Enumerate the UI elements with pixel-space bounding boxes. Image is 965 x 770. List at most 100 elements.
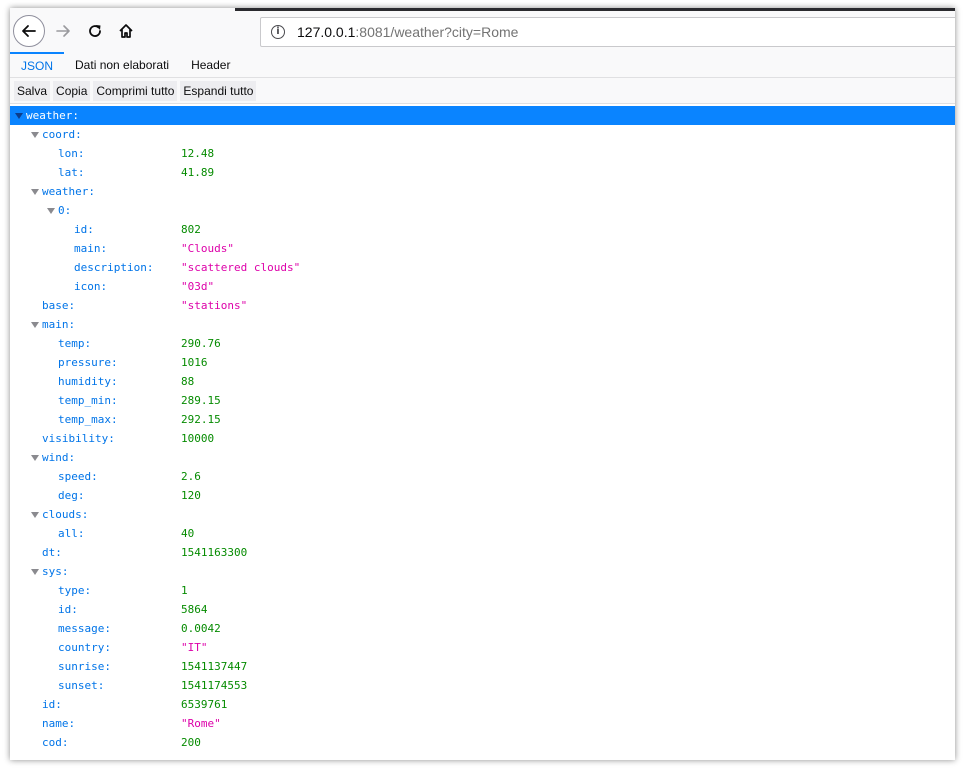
tree-key: lon:	[58, 147, 85, 160]
tree-row[interactable]: name: "Rome"	[10, 714, 955, 733]
tree-row-root[interactable]: weather:	[10, 106, 955, 125]
tree-row[interactable]: description: "scattered clouds"	[10, 258, 955, 277]
tree-key: coord:	[42, 128, 82, 141]
tree-key: weather:	[42, 185, 95, 198]
tree-value: "Clouds"	[181, 242, 234, 255]
expand-toggle-icon[interactable]	[30, 562, 40, 581]
tree-value: 290.76	[181, 337, 221, 350]
tree-key: temp_max:	[58, 413, 118, 426]
tree-value: 12.48	[181, 147, 215, 160]
tree-row[interactable]: temp_min: 289.15	[10, 391, 955, 410]
tree-row-coord[interactable]: coord:	[10, 125, 955, 144]
tree-value: 1541174553	[181, 679, 248, 692]
expand-toggle-icon[interactable]	[30, 448, 40, 467]
tree-row[interactable]: icon: "03d"	[10, 277, 955, 296]
expand-toggle-icon[interactable]	[30, 315, 40, 334]
tree-key: humidity:	[58, 375, 118, 388]
url-path: :8081/weather?city=Rome	[355, 24, 519, 40]
url-bar[interactable]: i 127.0.0.1:8081/weather?city=Rome	[260, 17, 955, 47]
tab-headers[interactable]: Header	[180, 52, 241, 77]
tree-value: 6539761	[181, 698, 228, 711]
site-info-icon[interactable]: i	[271, 25, 285, 39]
tree-row[interactable]: base: "stations"	[10, 296, 955, 315]
tree-key: sys:	[42, 565, 69, 578]
tree-row[interactable]: main: "Clouds"	[10, 239, 955, 258]
tree-key: pressure:	[58, 356, 118, 369]
tree-row[interactable]: id: 802	[10, 220, 955, 239]
tab-strip-edge	[235, 8, 955, 11]
home-button[interactable]	[115, 20, 137, 42]
tree-value: 1016	[181, 356, 208, 369]
browser-window: i 127.0.0.1:8081/weather?city=Rome JSON …	[10, 8, 955, 760]
tree-row[interactable]: all: 40	[10, 524, 955, 543]
tab-json[interactable]: JSON	[10, 52, 65, 77]
tab-raw-data[interactable]: Dati non elaborati	[64, 52, 180, 77]
back-button[interactable]	[13, 15, 45, 47]
tree-row-weather[interactable]: weather:	[10, 182, 955, 201]
tree-value: 41.89	[181, 166, 215, 179]
tree-key: temp_min:	[58, 394, 118, 407]
tree-value: "03d"	[181, 280, 215, 293]
tree-value: 2.6	[181, 470, 201, 483]
reload-icon	[89, 25, 101, 37]
expand-toggle-icon[interactable]	[14, 106, 24, 125]
expand-toggle-icon[interactable]	[46, 201, 56, 220]
tree-row[interactable]: humidity: 88	[10, 372, 955, 391]
tree-row[interactable]: id: 6539761	[10, 695, 955, 714]
tree-row[interactable]: temp_max: 292.15	[10, 410, 955, 429]
tree-row[interactable]: dt: 1541163300	[10, 543, 955, 562]
json-tree: weather: coord: lon: 12.48 lat: 41.89 we…	[10, 104, 955, 752]
tree-row[interactable]: visibility: 10000	[10, 429, 955, 448]
tree-value: "Rome"	[181, 717, 221, 730]
tree-key: weather:	[26, 109, 79, 122]
tree-value: "IT"	[181, 641, 208, 654]
tree-row-main[interactable]: main:	[10, 315, 955, 334]
tree-row[interactable]: deg: 120	[10, 486, 955, 505]
tree-key: base:	[42, 299, 76, 312]
expand-all-button[interactable]: Espandi tutto	[180, 80, 257, 101]
tree-row[interactable]: temp: 290.76	[10, 334, 955, 353]
tree-key: 0:	[58, 204, 72, 217]
tree-row-sys[interactable]: sys:	[10, 562, 955, 581]
home-icon	[119, 24, 133, 38]
tree-row[interactable]: lat: 41.89	[10, 163, 955, 182]
tree-row[interactable]: cod: 200	[10, 733, 955, 752]
tree-key: dt:	[42, 546, 62, 559]
tree-key: wind:	[42, 451, 76, 464]
tree-row[interactable]: speed: 2.6	[10, 467, 955, 486]
expand-toggle-icon[interactable]	[30, 125, 40, 144]
tree-key: id:	[74, 223, 94, 236]
tree-row[interactable]: sunrise: 1541137447	[10, 657, 955, 676]
copy-button[interactable]: Copia	[53, 80, 91, 101]
tree-row[interactable]: type: 1	[10, 581, 955, 600]
collapse-all-button[interactable]: Comprimi tutto	[93, 80, 178, 101]
tree-value: 120	[181, 489, 201, 502]
tree-value: 0.0042	[181, 622, 221, 635]
tree-row[interactable]: message: 0.0042	[10, 619, 955, 638]
tree-row[interactable]: lon: 12.48	[10, 144, 955, 163]
tree-row[interactable]: country: "IT"	[10, 638, 955, 657]
url-text[interactable]: 127.0.0.1:8081/weather?city=Rome	[297, 24, 518, 40]
tree-value: "scattered clouds"	[181, 261, 301, 274]
back-arrow-icon	[22, 25, 36, 37]
tree-key: sunrise:	[58, 660, 111, 673]
tree-row-weather-0[interactable]: 0:	[10, 201, 955, 220]
tree-row[interactable]: id: 5864	[10, 600, 955, 619]
navigation-toolbar: i 127.0.0.1:8081/weather?city=Rome	[10, 8, 955, 52]
tree-key: visibility:	[42, 432, 115, 445]
expand-toggle-icon[interactable]	[30, 505, 40, 524]
forward-button[interactable]	[52, 20, 74, 42]
tree-key: sunset:	[58, 679, 105, 692]
expand-toggle-icon[interactable]	[30, 182, 40, 201]
reload-button[interactable]	[84, 20, 106, 42]
tree-value: 200	[181, 736, 201, 749]
tree-row[interactable]: pressure: 1016	[10, 353, 955, 372]
tree-row-wind[interactable]: wind:	[10, 448, 955, 467]
save-button[interactable]: Salva	[14, 80, 51, 101]
tree-row-clouds[interactable]: clouds:	[10, 505, 955, 524]
tree-key: country:	[58, 641, 111, 654]
tree-key: lat:	[58, 166, 85, 179]
tree-value: 1541137447	[181, 660, 248, 673]
tree-row[interactable]: sunset: 1541174553	[10, 676, 955, 695]
tree-value: 289.15	[181, 394, 221, 407]
